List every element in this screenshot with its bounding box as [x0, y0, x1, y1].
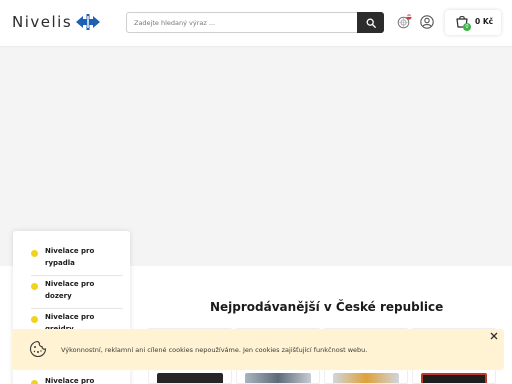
divider — [31, 275, 123, 276]
divider — [31, 308, 123, 309]
search-input[interactable] — [127, 13, 358, 32]
bullet-icon — [31, 283, 38, 290]
language-flag-icon[interactable] — [396, 14, 412, 30]
category-label: Nivelace pro dozery — [45, 280, 95, 300]
cookie-bar: Výkonnostní, reklamní ani cílené cookies… — [12, 329, 504, 370]
bullet-icon — [31, 316, 38, 323]
search-icon — [366, 18, 376, 28]
cart-button[interactable]: 0 0 Kč — [445, 10, 501, 35]
category-label: Nivelace pro rypadla — [45, 247, 95, 267]
close-icon[interactable] — [488, 330, 500, 342]
logo-text: Nivelis — [12, 13, 73, 31]
product-image — [157, 373, 223, 383]
product-image — [333, 373, 399, 383]
user-icon[interactable] — [419, 14, 435, 30]
section-title: Nejprodávanější v České republice — [210, 300, 444, 314]
close-icon-glyph — [490, 332, 498, 340]
product-image — [421, 373, 487, 383]
cookie-icon — [29, 340, 47, 358]
site-header: Nivelis 0 — [0, 0, 512, 47]
product-image — [245, 373, 311, 383]
search-bar — [126, 12, 384, 33]
logo[interactable]: Nivelis — [12, 13, 101, 31]
category-item-dozery[interactable]: Nivelace pro dozery — [31, 279, 115, 303]
search-button[interactable] — [357, 12, 384, 33]
category-label: Nivelace pro — [45, 377, 95, 384]
logo-mark-icon — [76, 14, 101, 30]
bullet-icon — [31, 380, 38, 384]
cart-count-badge: 0 — [463, 23, 471, 31]
cookie-message: Výkonnostní, reklamní ani cílené cookies… — [61, 346, 368, 354]
cart-total: 0 Kč — [475, 17, 494, 26]
bullet-icon — [31, 250, 38, 257]
category-item-rypadla[interactable]: Nivelace pro rypadla — [31, 246, 115, 270]
category-item-more[interactable]: Nivelace pro — [31, 376, 115, 384]
